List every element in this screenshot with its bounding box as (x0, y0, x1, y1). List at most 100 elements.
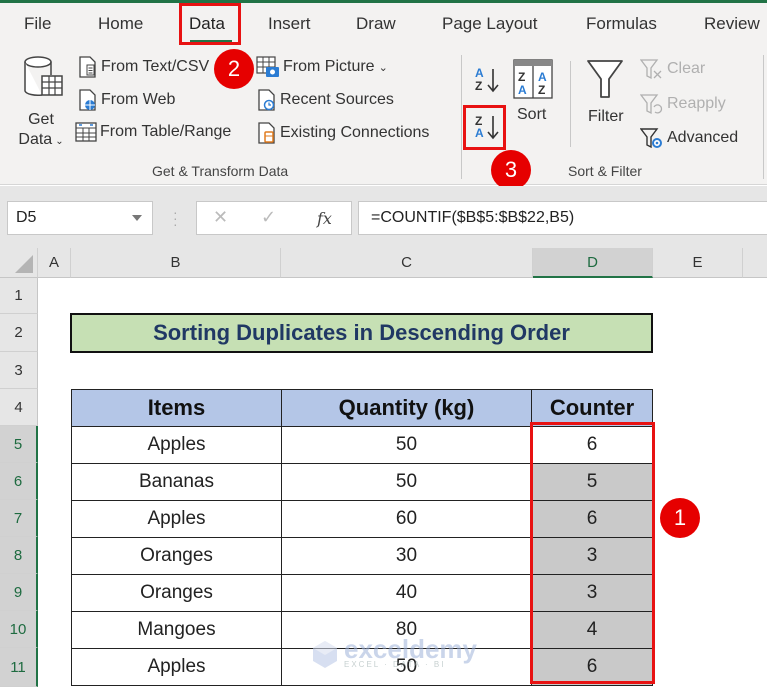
from-table-range-button[interactable]: From Table/Range (75, 122, 231, 142)
cell-counter[interactable]: 5 (531, 463, 653, 501)
enter-icon[interactable]: ✓ (261, 207, 276, 228)
cell-quantity[interactable]: 40 (281, 574, 532, 612)
filter-label: Filter (588, 108, 624, 125)
step-1-badge: 1 (660, 498, 700, 538)
header-quantity[interactable]: Quantity (kg) (281, 389, 532, 427)
header-items[interactable]: Items (71, 389, 282, 427)
row-header-2[interactable]: 2 (0, 314, 38, 352)
name-box[interactable]: D5 (7, 201, 153, 235)
sort-label: Sort (517, 106, 547, 123)
select-all-button[interactable] (0, 248, 38, 278)
cell-item[interactable]: Oranges (71, 574, 282, 612)
sort-dialog-icon: Z A A Z (513, 59, 553, 99)
row-header-7[interactable]: 7 (0, 500, 38, 537)
cell-quantity[interactable]: 50 (281, 426, 532, 464)
advanced-filter-icon (640, 128, 662, 149)
tab-review[interactable]: Review (704, 14, 760, 34)
database-icon (24, 56, 63, 96)
advanced-filter-button[interactable]: Advanced (640, 127, 738, 149)
cell-quantity[interactable]: 50 (281, 463, 532, 501)
cell-counter[interactable]: 3 (531, 537, 653, 575)
group-label-sort-filter: Sort & Filter (568, 163, 642, 179)
data-table: Items Quantity (kg) Counter Apples 50 6 … (71, 389, 653, 686)
filter-button[interactable]: Filter (583, 55, 633, 130)
cell-counter[interactable]: 4 (531, 611, 653, 649)
select-all-triangle-icon (15, 255, 33, 273)
insert-function-icon[interactable]: fx (317, 209, 332, 228)
connection-file-icon (258, 122, 275, 144)
row-header-8[interactable]: 8 (0, 537, 38, 574)
sort-button[interactable]: Z A A Z Sort (512, 58, 556, 128)
cell-counter[interactable]: 3 (531, 574, 653, 612)
caret-down-icon[interactable] (132, 215, 142, 221)
cell-item[interactable]: Apples (71, 426, 282, 464)
svg-text:A: A (538, 70, 547, 84)
row-header-11[interactable]: 11 (0, 648, 38, 687)
cell-counter-active[interactable]: 6 (531, 426, 653, 464)
row-header-5[interactable]: 5 (0, 426, 38, 463)
sort-a-to-z-button[interactable]: A Z (471, 63, 505, 97)
cell-counter[interactable]: 6 (531, 648, 653, 686)
formula-buttons: ✕ ✓ fx (196, 201, 352, 235)
reapply-filter-button[interactable]: Reapply (640, 93, 726, 115)
formula-input[interactable]: =COUNTIF($B$5:$B$22,B5) (358, 201, 767, 235)
ribbon-tabs: File Home Data Insert Draw Page Layout F… (0, 3, 767, 47)
cell-quantity[interactable]: 30 (281, 537, 532, 575)
column-header-c[interactable]: C (281, 248, 533, 278)
step-2-badge: 2 (214, 49, 254, 89)
get-data-label-2: Data (18, 131, 53, 148)
row-header-10[interactable]: 10 (0, 611, 38, 648)
from-text-csv-button[interactable]: From Text/CSV (78, 56, 209, 78)
column-header-d[interactable]: D (533, 248, 653, 278)
row-header-9[interactable]: 9 (0, 574, 38, 611)
row-header-3[interactable]: 3 (0, 352, 38, 389)
tab-insert[interactable]: Insert (268, 14, 311, 34)
tab-formulas[interactable]: Formulas (586, 14, 657, 34)
filter-funnel-icon (587, 60, 623, 98)
column-header-b[interactable]: B (71, 248, 281, 278)
chevron-down-icon: ⌄ (378, 61, 388, 74)
column-header-a[interactable]: A (38, 248, 71, 278)
table-row: Bananas 50 5 (71, 463, 653, 501)
from-picture-button[interactable]: From Picture ⌄ (256, 56, 388, 78)
cell-quantity[interactable]: 80 (281, 611, 532, 649)
tab-home[interactable]: Home (98, 14, 143, 34)
cell-quantity[interactable]: 50 (281, 648, 532, 686)
clear-filter-button[interactable]: Clear (640, 58, 705, 80)
clear-filter-icon (640, 59, 662, 80)
header-counter[interactable]: Counter (531, 389, 653, 427)
cell-item[interactable]: Apples (71, 648, 282, 686)
tab-file[interactable]: File (24, 14, 51, 34)
column-header-f[interactable] (743, 248, 767, 278)
table-row: Mangoes 80 4 (71, 611, 653, 649)
sort-z-to-a-highlight (463, 105, 506, 150)
cell-item[interactable]: Oranges (71, 537, 282, 575)
row-header-4[interactable]: 4 (0, 389, 38, 426)
cell-quantity[interactable]: 60 (281, 500, 532, 538)
cell-item[interactable]: Bananas (71, 463, 282, 501)
picture-table-icon (256, 56, 279, 77)
reapply-filter-icon (640, 94, 663, 115)
table-icon (75, 122, 97, 142)
cell-item[interactable]: Apples (71, 500, 282, 538)
row-header-6[interactable]: 6 (0, 463, 38, 500)
cell-counter[interactable]: 6 (531, 500, 653, 538)
tab-draw[interactable]: Draw (356, 14, 396, 34)
cell-item[interactable]: Mangoes (71, 611, 282, 649)
row-header-1[interactable]: 1 (0, 278, 38, 314)
get-data-button[interactable]: Get Data ⌄ (12, 55, 70, 155)
sheet-title-cell[interactable]: Sorting Duplicates in Descending Order (70, 313, 653, 353)
svg-text:Z: Z (518, 70, 525, 84)
drag-handle-icon[interactable]: · · · (173, 205, 179, 231)
existing-connections-button[interactable]: Existing Connections (257, 122, 429, 144)
recent-file-icon (258, 89, 275, 111)
column-header-e[interactable]: E (653, 248, 743, 278)
group-separator (461, 55, 462, 179)
tab-page-layout[interactable]: Page Layout (442, 14, 537, 34)
get-data-label-1: Get (28, 111, 54, 128)
from-web-button[interactable]: From Web (78, 89, 175, 111)
recent-sources-button[interactable]: Recent Sources (257, 89, 394, 111)
cancel-icon[interactable]: ✕ (213, 207, 228, 228)
group-separator (763, 55, 764, 179)
web-file-icon (79, 89, 96, 111)
